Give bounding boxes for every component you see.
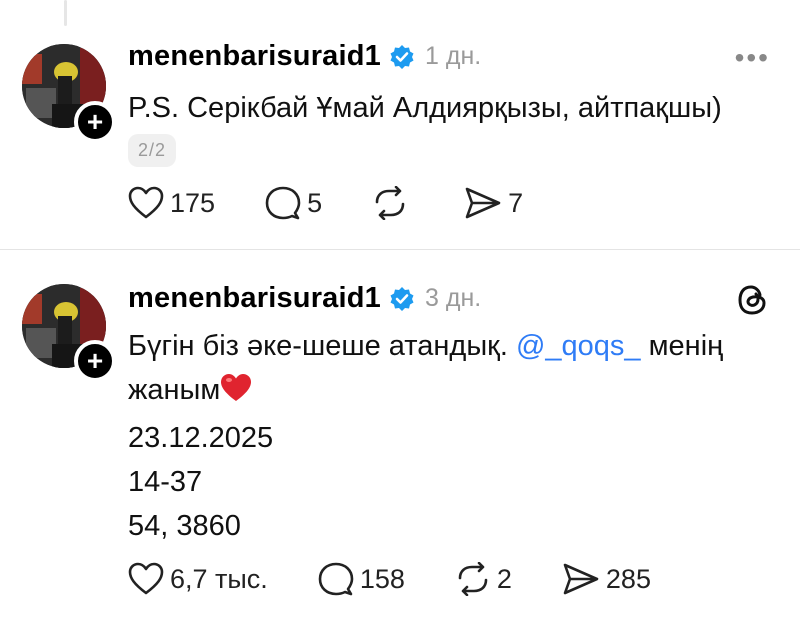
- post-text: Бүгін біз әке-шеше атандық. @_qoqs_ мені…: [128, 324, 778, 548]
- reply-count: 5: [307, 187, 323, 218]
- share-button[interactable]: 7: [464, 186, 523, 220]
- heart-icon: [128, 186, 164, 219]
- heart-icon: [128, 562, 164, 595]
- verified-badge-icon: [389, 44, 415, 70]
- repost-button[interactable]: 2: [455, 562, 512, 596]
- follow-plus-button[interactable]: +: [74, 340, 116, 382]
- send-icon: [563, 563, 599, 595]
- comment-icon: [318, 562, 354, 596]
- repost-icon: [458, 562, 488, 596]
- comment-icon: [265, 186, 301, 220]
- share-count: 285: [605, 563, 651, 594]
- verified-badge-icon: [389, 286, 415, 312]
- reply-button[interactable]: 5: [265, 186, 322, 220]
- repost-button[interactable]: [372, 186, 414, 220]
- like-button[interactable]: 175: [128, 186, 215, 220]
- repost-count: 2: [496, 563, 512, 594]
- red-heart-emoji: [220, 372, 252, 416]
- threads-logo-icon[interactable]: [734, 282, 770, 318]
- post-time: 1 дн.: [425, 42, 482, 70]
- username[interactable]: menenbarisuraid1: [128, 40, 381, 73]
- reply-count: 158: [359, 563, 405, 594]
- post-time: 3 дн.: [425, 284, 482, 312]
- follow-plus-button[interactable]: +: [74, 101, 116, 143]
- more-options-icon[interactable]: •••: [735, 42, 770, 74]
- send-icon: [465, 187, 501, 219]
- thread-connector-line: [64, 0, 67, 26]
- post-measure-line: 54, 3860: [128, 510, 241, 542]
- repost-icon: [375, 186, 405, 220]
- thread-post: + menenbarisuraid1 1 дн. ••• P.S. Серікб…: [0, 28, 800, 248]
- reply-button[interactable]: 158: [318, 562, 405, 596]
- mention-link[interactable]: @_qoqs_: [516, 330, 641, 362]
- like-count: 175: [170, 187, 216, 218]
- post-actions: 175 5 7: [128, 186, 573, 220]
- post-text: P.S. Серікбай Ұмай Алдиярқызы, айтпақшы): [128, 92, 722, 124]
- like-button[interactable]: 6,7 тыс.: [128, 562, 268, 596]
- thread-counter-badge: 2/2: [128, 134, 177, 167]
- username[interactable]: menenbarisuraid1: [128, 282, 381, 315]
- post-time-line: 14-37: [128, 466, 203, 498]
- share-button[interactable]: 285: [562, 562, 651, 596]
- share-count: 7: [508, 187, 524, 218]
- like-count: 6,7 тыс.: [170, 563, 268, 594]
- thread-post: + menenbarisuraid1 3 дн. Бүгін біз әке-ш…: [0, 250, 800, 632]
- post-actions: 6,7 тыс. 158 2 285: [128, 562, 701, 596]
- post-date-line: 23.12.2025: [128, 422, 274, 454]
- post-text-main: Бүгін біз әке-шеше атандық.: [128, 330, 516, 362]
